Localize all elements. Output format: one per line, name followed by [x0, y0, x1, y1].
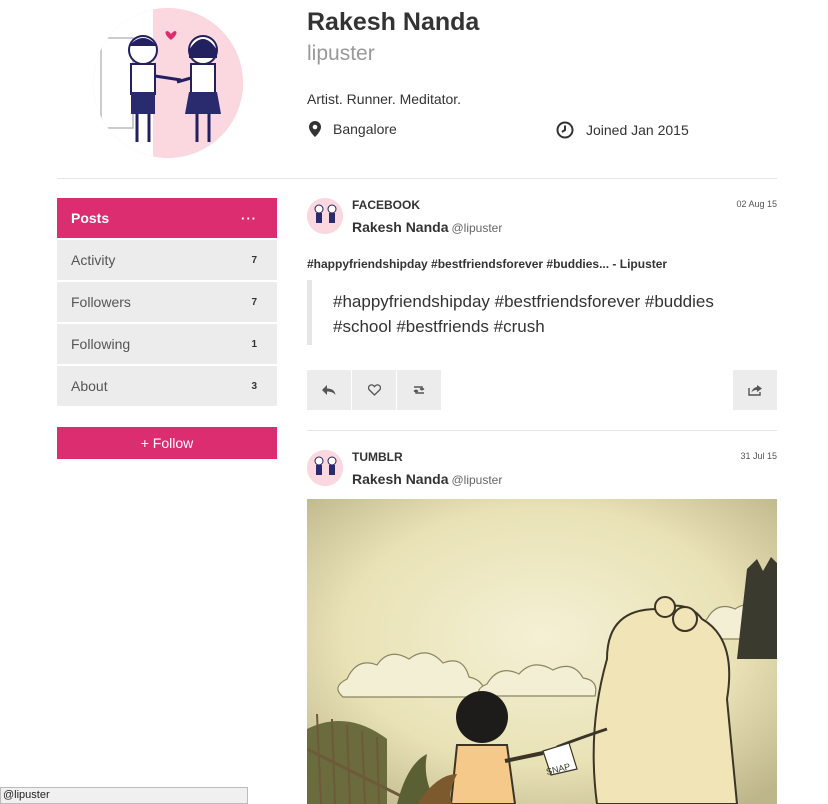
post-title[interactable]: #happyfriendshipday #bestfriendsforever …: [307, 257, 667, 271]
retweet-button[interactable]: [397, 370, 441, 410]
post-source: TUMBLR: [352, 450, 403, 464]
nav-item-count: 7: [251, 296, 257, 308]
clock-icon: [556, 121, 574, 139]
post-author-name: Rakesh Nanda: [352, 219, 449, 235]
nav-item-count: 1: [251, 338, 257, 350]
post-divider: [307, 430, 777, 431]
profile-name: Rakesh Nanda: [307, 8, 480, 36]
nav-item-label: Followers: [71, 294, 131, 310]
nav-item-label: About: [71, 378, 108, 394]
reply-icon: [322, 385, 336, 395]
nav-item-activity[interactable]: Activity 7: [57, 240, 277, 280]
profile-handle: lipuster: [307, 42, 375, 65]
nav-item-count: 3: [251, 380, 257, 392]
nav-item-following[interactable]: Following 1: [57, 324, 277, 364]
share-button[interactable]: [733, 370, 777, 410]
post-author[interactable]: Rakesh Nanda @lipuster: [352, 219, 502, 235]
status-bar: @lipuster: [0, 787, 248, 804]
profile-bio: Artist. Runner. Meditator.: [307, 91, 462, 107]
nav-item-label: Posts: [71, 210, 110, 226]
post-source: FACEBOOK: [352, 198, 421, 212]
post-author-handle: @lipuster: [451, 473, 503, 487]
quote-line: #happyfriendshipday #bestfriendsforever …: [333, 292, 714, 311]
post-image[interactable]: SNAP: [307, 499, 777, 804]
profile-joined: Joined Jan 2015: [556, 121, 689, 139]
header-divider: [57, 178, 777, 179]
retweet-icon: [413, 386, 425, 394]
post-quote: #happyfriendshipday #bestfriendsforever …: [307, 280, 777, 345]
post-author[interactable]: Rakesh Nanda @lipuster: [352, 471, 502, 487]
follow-button[interactable]: + Follow: [57, 427, 277, 459]
post-date[interactable]: 31 Jul 15: [740, 451, 777, 461]
nav-item-label: Activity: [71, 252, 116, 268]
profile-location: Bangalore: [309, 121, 397, 137]
nav-item-about[interactable]: About 3: [57, 366, 277, 406]
post-date[interactable]: 02 Aug 15: [736, 199, 777, 209]
post-avatar[interactable]: [307, 198, 343, 234]
nav-item-posts[interactable]: Posts ···: [57, 198, 277, 238]
post-avatar[interactable]: [307, 450, 343, 486]
nav-item-count: 7: [251, 254, 257, 266]
post-author-handle: @lipuster: [451, 221, 503, 235]
reply-button[interactable]: [307, 370, 351, 410]
post-actions: [307, 370, 777, 410]
joined-text: Joined Jan 2015: [586, 122, 689, 138]
heart-icon: [367, 384, 381, 396]
like-button[interactable]: [352, 370, 396, 410]
share-icon: [747, 385, 762, 396]
quote-line: #school #bestfriends #crush: [333, 317, 545, 336]
location-text: Bangalore: [333, 121, 397, 137]
map-pin-icon: [309, 121, 321, 137]
post-author-name: Rakesh Nanda: [352, 471, 449, 487]
more-icon[interactable]: ···: [241, 211, 257, 226]
profile-avatar: [93, 8, 243, 158]
nav-item-followers[interactable]: Followers 7: [57, 282, 277, 322]
profile-nav: Posts ··· Activity 7 Followers 7 Followi…: [57, 198, 277, 408]
nav-item-label: Following: [71, 336, 131, 352]
